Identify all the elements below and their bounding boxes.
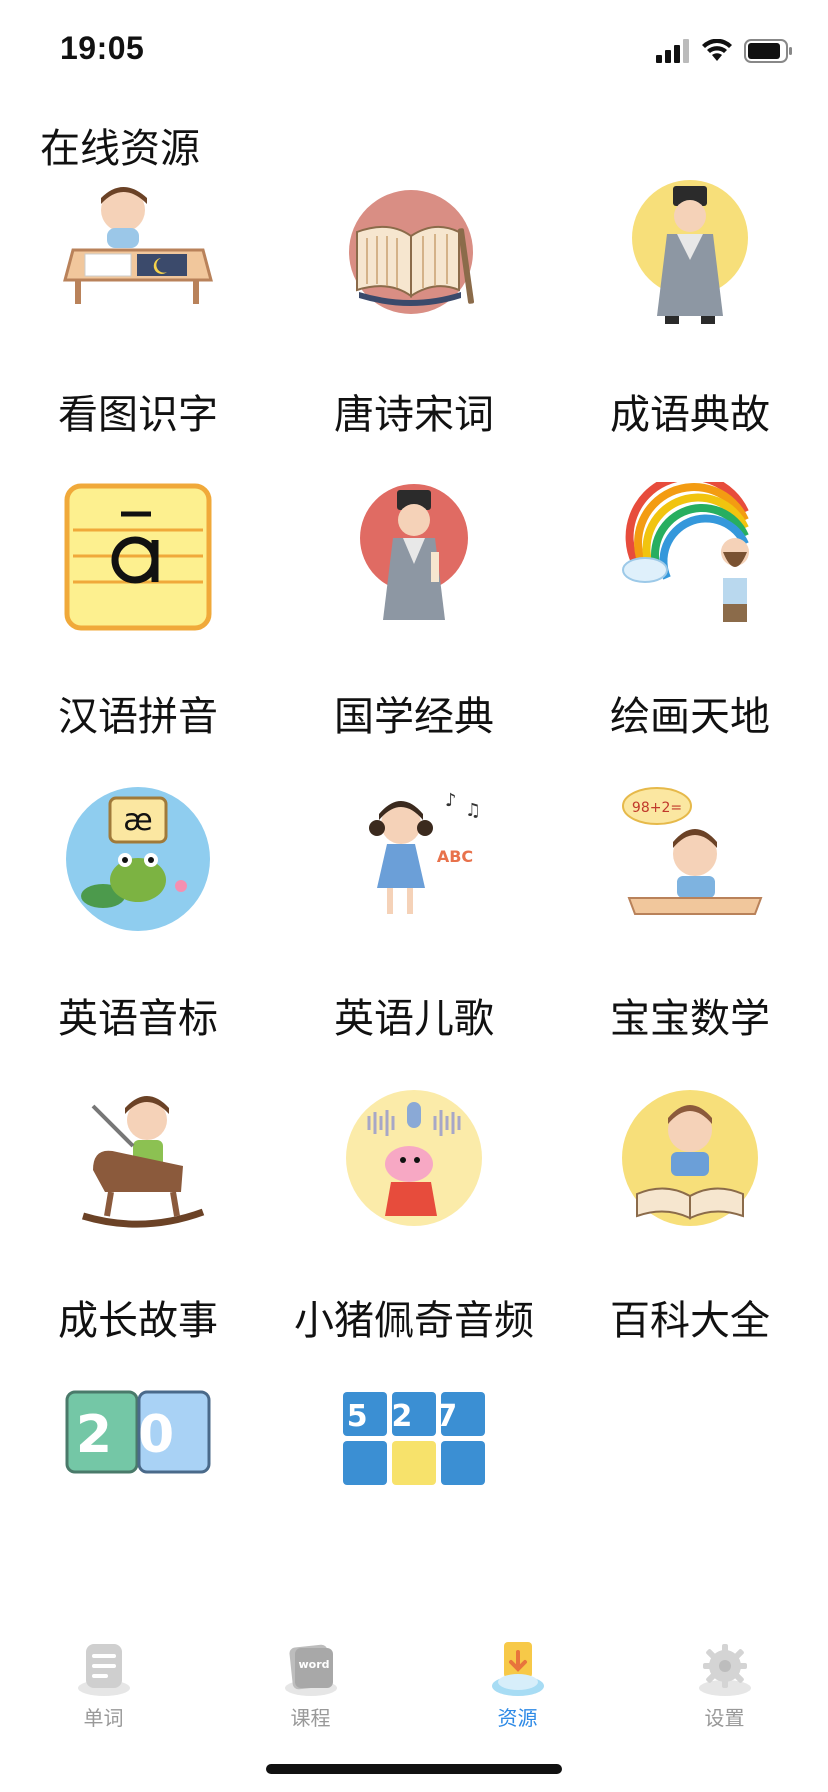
rocking-horse-icon: [63, 1086, 213, 1236]
gear-icon: [697, 1640, 753, 1698]
home-indicator[interactable]: [266, 1764, 562, 1774]
phonetic-glyph: æ: [123, 803, 152, 838]
resource-item[interactable]: 20: [0, 1378, 276, 1630]
kid-reading-icon: [63, 180, 213, 330]
resource-label: 看图识字: [58, 392, 218, 438]
resource-item[interactable]: 国学经典: [276, 472, 552, 818]
tab-settings[interactable]: 设置: [621, 1636, 828, 1736]
puzzle-glyph: 527: [347, 1399, 482, 1434]
number-cards-icon: 20: [63, 1388, 213, 1538]
tab-label: 设置: [704, 1706, 745, 1730]
svg-text:♫: ♫: [465, 800, 481, 821]
math-glyph: 98+2=: [632, 800, 682, 816]
resource-item[interactable]: 527: [276, 1378, 552, 1630]
resource-label: 百科大全: [610, 1298, 770, 1344]
resource-item[interactable]: 成长故事: [0, 1076, 276, 1422]
resource-item[interactable]: 唐诗宋词: [276, 170, 552, 516]
status-bar: 19:05: [0, 0, 828, 100]
signal-icon: [656, 39, 689, 63]
math-kid-icon: 98+2=: [615, 784, 765, 934]
resource-label: 宝宝数学: [610, 996, 770, 1042]
word-list-icon: [76, 1640, 132, 1698]
tab-label: 课程: [290, 1706, 331, 1730]
rainbow-painter-icon: [615, 472, 765, 632]
status-time: 19:05: [60, 30, 145, 66]
resource-label: 英语音标: [58, 996, 218, 1042]
resource-label: 绘画天地: [610, 694, 770, 740]
resource-label: 成长故事: [58, 1298, 218, 1344]
resource-label: 成语典故: [610, 392, 770, 438]
resource-label: 英语儿歌: [334, 996, 494, 1042]
number-glyph: 20: [76, 1405, 200, 1465]
word-glyph: word: [298, 1658, 329, 1671]
scholar-icon: [615, 180, 765, 330]
resource-item[interactable]: 成语典故: [552, 170, 828, 516]
battery-icon: [744, 39, 792, 63]
resource-item[interactable]: 看图识字: [0, 170, 276, 516]
word-card-icon: word: [283, 1640, 339, 1698]
status-icons: [656, 36, 794, 66]
scroll-book-icon: [339, 180, 489, 330]
resource-item[interactable]: æ 英语音标: [0, 774, 276, 1120]
tab-label: 资源: [497, 1706, 538, 1730]
kid-book-icon: [615, 1086, 765, 1236]
resource-label: 唐诗宋词: [334, 392, 494, 438]
resource-item[interactable]: 98+2= 宝宝数学: [552, 774, 828, 1120]
abc-glyph: ABC: [437, 847, 473, 866]
pinyin-a-icon: [63, 482, 213, 632]
resource-item[interactable]: 小猪佩奇音频: [276, 1076, 552, 1422]
peppa-pig-icon: [339, 1086, 489, 1236]
resource-item[interactable]: 汉语拼音: [0, 472, 276, 818]
resource-label: 小猪佩奇音频: [294, 1298, 534, 1344]
tab-resources[interactable]: 资源: [414, 1636, 621, 1736]
tab-words[interactable]: 单词: [0, 1636, 207, 1736]
resource-item[interactable]: 绘画天地: [552, 472, 828, 818]
cloud-download-icon: [490, 1640, 546, 1698]
svg-text:♪: ♪: [445, 790, 457, 811]
page-title: 在线资源: [40, 126, 200, 172]
resource-item[interactable]: 百科大全: [552, 1076, 828, 1422]
singing-girl-icon: ABC ♪ ♫: [339, 784, 489, 934]
resource-item[interactable]: ABC ♪ ♫ 英语儿歌: [276, 774, 552, 1120]
resource-label: 汉语拼音: [58, 694, 218, 740]
number-puzzle-icon: 527: [339, 1388, 489, 1538]
wifi-icon: [702, 39, 732, 61]
tab-courses[interactable]: word 课程: [207, 1636, 414, 1736]
resource-grid: 看图识字 唐诗宋词 成语典故 汉语拼音 国学经典 绘画天地 æ 英语音标 ABC…: [0, 170, 828, 1630]
tab-label: 单词: [83, 1706, 124, 1730]
phonetic-frog-icon: æ: [63, 784, 213, 934]
confucian-scholar-icon: [339, 482, 489, 632]
resource-label: 国学经典: [334, 694, 494, 740]
